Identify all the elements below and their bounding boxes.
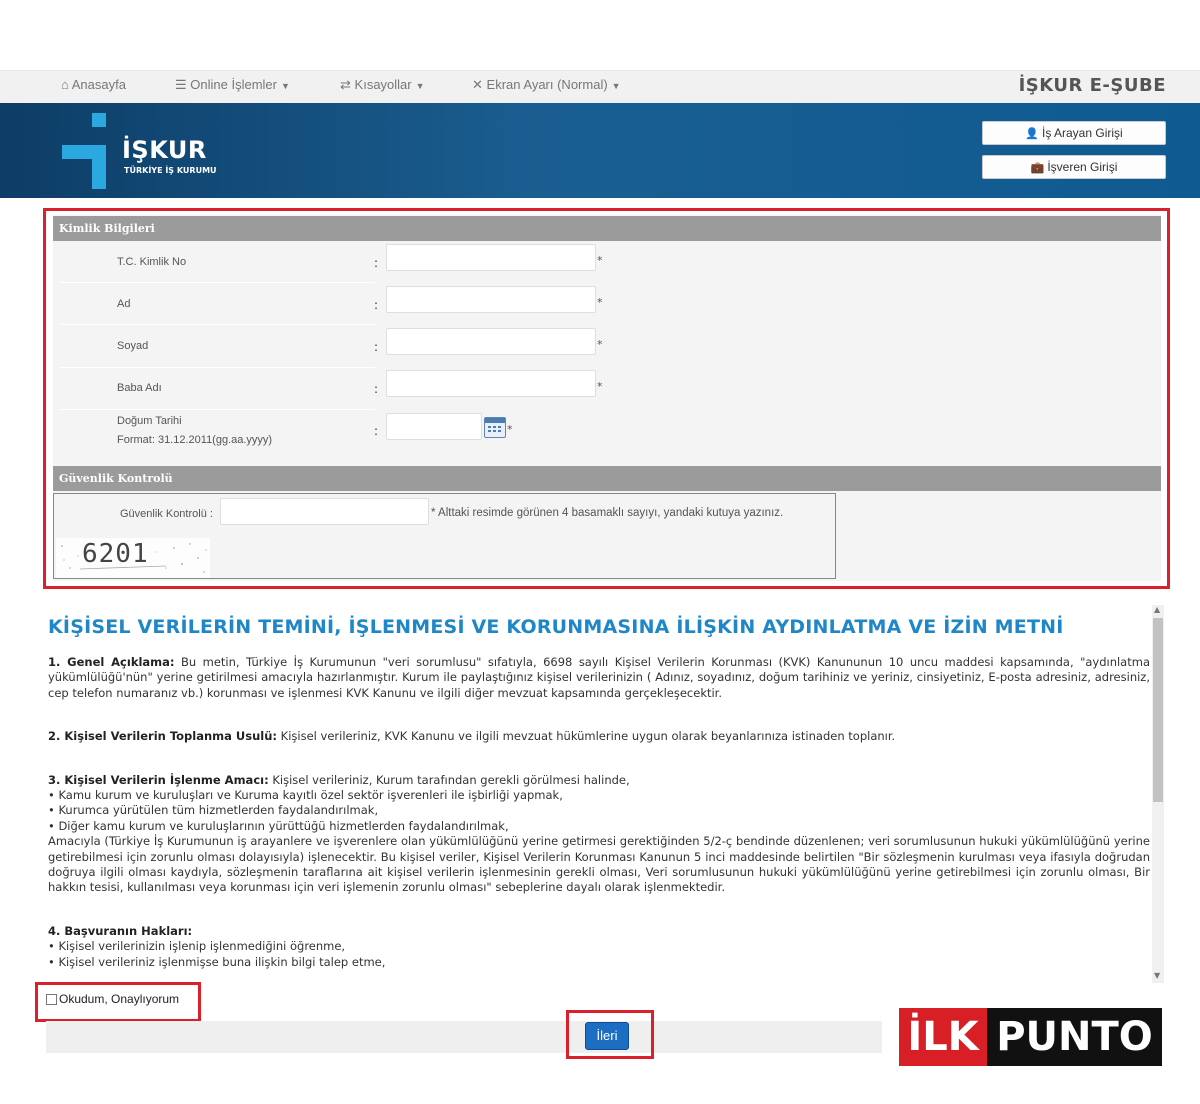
kvkk-section-3-heading: 3. Kişisel Verilerin İşlenme Amacı: xyxy=(48,772,269,787)
nav-home-label: Anasayfa xyxy=(71,77,126,92)
list-icon: ☰ xyxy=(175,77,187,92)
ilk-punto-watermark: İLK PUNTO xyxy=(883,992,1178,1080)
kvkk-text-area[interactable]: 1. Genel Açıklama: Bu metin, Türkiye İş … xyxy=(48,655,1150,982)
shuffle-icon: ⇄ xyxy=(340,77,351,92)
logo-text: İŞKUR xyxy=(122,136,207,164)
nav-screen-settings[interactable]: ✕ Ekran Ayarı (Normal) ▼ xyxy=(472,77,621,93)
kvkk-section-1-text: Bu metin, Türkiye İş Kurumunun "veri sor… xyxy=(48,655,1150,700)
nav-home[interactable]: ⌂ Anasayfa xyxy=(61,77,126,92)
kvkk-section-2-text: Kişisel verileriniz, KVK Kanunu ve ilgil… xyxy=(277,729,896,744)
kvkk-bullet: • Kamu kurum ve kuruluşları ve Kuruma ka… xyxy=(48,788,563,803)
briefcase-icon: 💼 xyxy=(1030,162,1045,174)
kvkk-bullet: • Kişisel verilerinizin işlenip işlenmed… xyxy=(48,939,346,954)
watermark-left: İLK xyxy=(899,1008,987,1066)
scrollbar-thumb[interactable] xyxy=(1153,618,1163,802)
iskur-logo-icon xyxy=(62,113,106,189)
caret-down-icon: ▼ xyxy=(280,81,290,91)
nav-shortcuts-label: Kısayollar xyxy=(354,77,412,92)
highlight-form-frame xyxy=(43,208,1170,589)
kvkk-title: KİŞİSEL VERİLERİN TEMİNİ, İŞLENMESİ VE K… xyxy=(48,616,1064,638)
caret-down-icon: ▼ xyxy=(415,81,425,91)
caret-down-icon: ▼ xyxy=(611,81,621,91)
expand-icon: ✕ xyxy=(472,77,483,92)
home-icon: ⌂ xyxy=(61,77,69,92)
kvkk-section-3-text: Kişisel verileriniz, Kurum tarafından ge… xyxy=(268,772,630,787)
kvkk-section-2-heading: 2. Kişisel Verilerin Toplanma Usulü: xyxy=(48,729,278,744)
user-icon: 👤 xyxy=(1025,128,1039,140)
site-brand: İŞKUR E-ŞUBE xyxy=(1018,75,1166,96)
employer-login-label: İşveren Girişi xyxy=(1047,160,1118,174)
scroll-down-icon[interactable]: ▼ xyxy=(1154,971,1160,980)
logo-subtitle: TÜRKİYE İŞ KURUMU xyxy=(124,166,217,175)
job-seeker-login-label: İş Arayan Girişi xyxy=(1042,126,1123,140)
nav-online-label: Online İşlemler xyxy=(190,77,277,92)
nav-screen-label: Ekran Ayarı (Normal) xyxy=(486,77,608,92)
scroll-up-icon[interactable]: ▲ xyxy=(1154,605,1160,614)
highlight-consent-frame xyxy=(35,982,201,1022)
form-footer-bar xyxy=(46,1021,882,1053)
employer-login-button[interactable]: 💼 İşveren Girişi xyxy=(982,155,1166,179)
nav-shortcuts[interactable]: ⇄ Kısayollar ▼ xyxy=(340,77,425,93)
kvkk-bullet: • Kurumca yürütülen tüm hizmetlerden fay… xyxy=(48,803,379,818)
kvkk-section-4-heading: 4. Başvuranın Hakları: xyxy=(48,923,193,938)
watermark-right: PUNTO xyxy=(987,1008,1162,1066)
top-navigation: ⌂ Anasayfa ☰ Online İşlemler ▼ ⇄ Kısayoll… xyxy=(0,70,1200,103)
highlight-next-frame xyxy=(566,1010,654,1059)
kvkk-scrollbar[interactable]: ▲ ▼ xyxy=(1152,605,1164,983)
job-seeker-login-button[interactable]: 👤 İş Arayan Girişi xyxy=(982,121,1166,145)
nav-online-operations[interactable]: ☰ Online İşlemler ▼ xyxy=(175,77,290,93)
kvkk-bullet: • Diğer kamu kurum ve kuruluşlarının yür… xyxy=(48,818,509,833)
kvkk-section-3-tail: Amacıyla (Türkiye İş Kurumunun iş arayan… xyxy=(48,834,1150,895)
site-header: İŞKUR TÜRKİYE İŞ KURUMU 👤 İş Arayan Giriş… xyxy=(0,103,1200,198)
kvkk-section-1-heading: 1. Genel Açıklama: xyxy=(48,655,175,669)
kvkk-bullet: • Kişisel verileriniz işlenmişse buna il… xyxy=(48,954,386,969)
